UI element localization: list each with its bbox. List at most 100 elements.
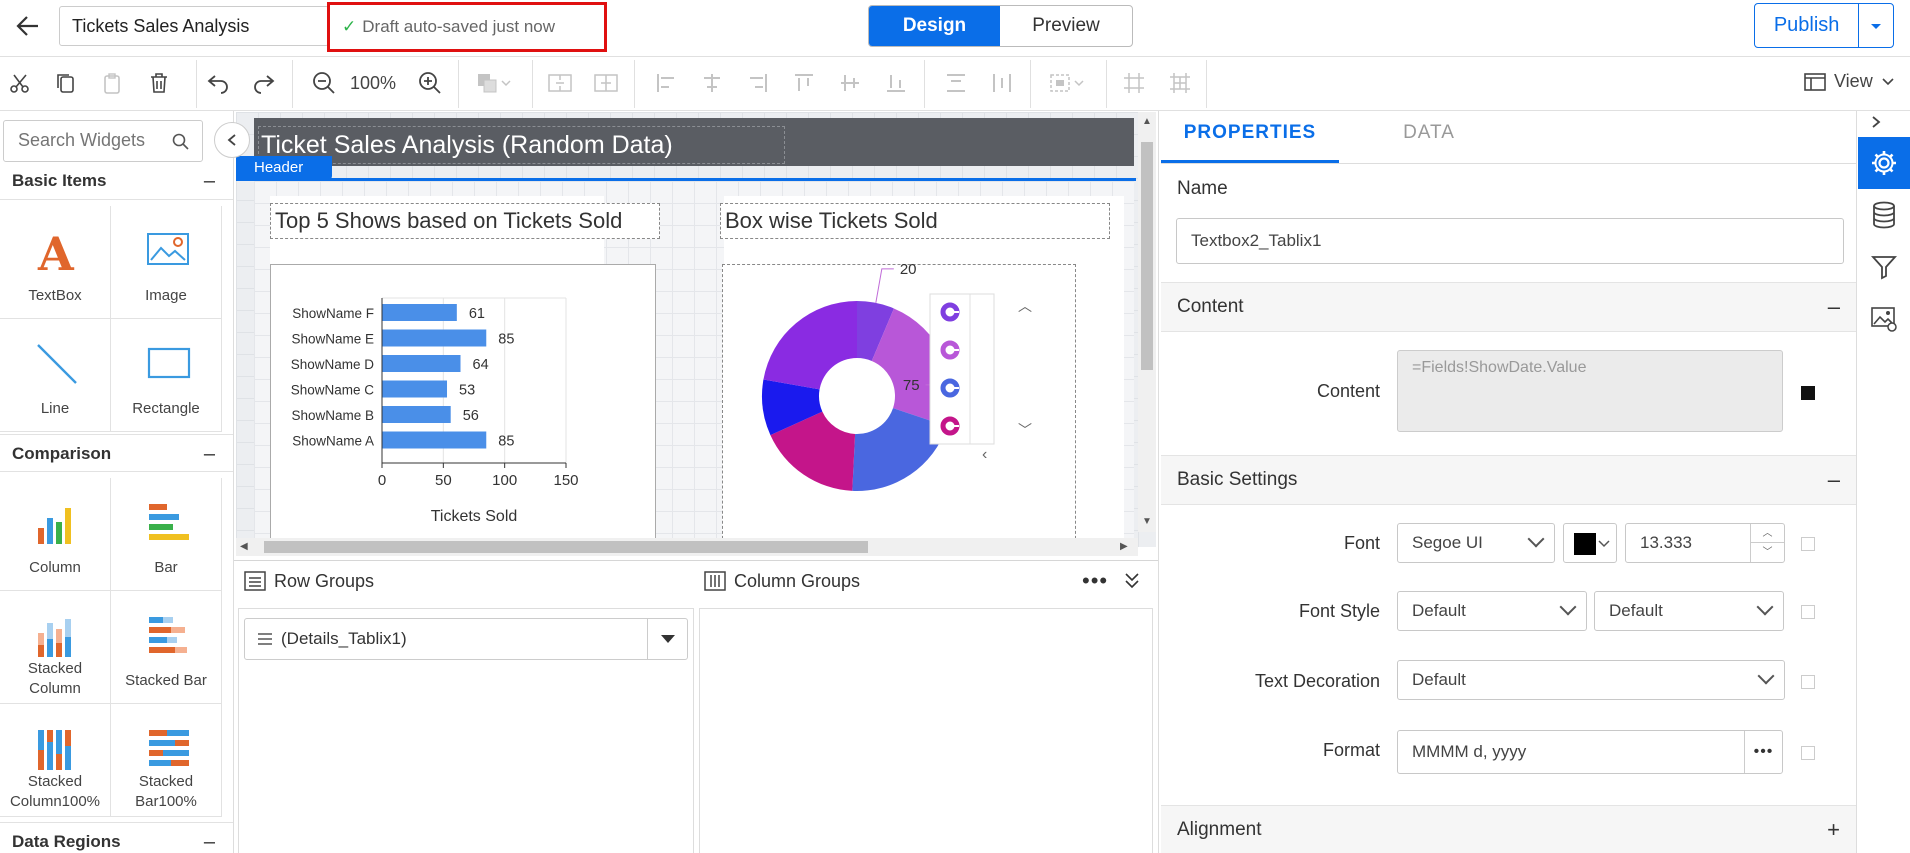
collapse-icon[interactable]: – xyxy=(204,435,215,473)
filter-icon[interactable] xyxy=(1858,241,1910,293)
name-field[interactable]: Textbox2_Tablix1 xyxy=(1176,218,1844,264)
arrange-icon[interactable] xyxy=(472,68,518,98)
design-tab[interactable]: Design xyxy=(869,6,1000,46)
widget-line[interactable]: Line xyxy=(0,319,111,432)
distribute-vertical-icon[interactable] xyxy=(942,68,970,98)
image-settings-icon[interactable] xyxy=(1858,293,1910,345)
content-expression-field[interactable]: =Fields!ShowDate.Value xyxy=(1397,350,1783,432)
report-name-input[interactable]: Tickets Sales Analysis xyxy=(59,6,329,46)
collapse-icon[interactable]: – xyxy=(1828,456,1840,504)
copy-icon[interactable] xyxy=(52,68,80,98)
data-regions-header[interactable]: Data Regions – xyxy=(0,822,233,853)
comparison-header[interactable]: Comparison – xyxy=(0,434,233,472)
align-top-icon[interactable] xyxy=(790,68,818,98)
section-title: Content xyxy=(1177,296,1244,317)
undo-icon[interactable] xyxy=(204,68,232,98)
basic-items-header[interactable]: Basic Items – xyxy=(0,162,233,200)
legend-scroll-up-icon[interactable]: ︿ xyxy=(1018,296,1032,316)
align-left-icon[interactable] xyxy=(652,68,680,98)
widget-bar[interactable]: Bar xyxy=(111,478,222,591)
align-right-icon[interactable] xyxy=(744,68,772,98)
widget-image[interactable]: Image xyxy=(111,206,222,319)
merge-cells-icon[interactable] xyxy=(546,68,574,98)
collapse-panel-button[interactable] xyxy=(214,122,250,158)
fit-icon[interactable] xyxy=(1120,68,1148,98)
publish-button[interactable]: Publish xyxy=(1754,3,1894,48)
font-style-select[interactable]: Default xyxy=(1397,591,1587,631)
font-weight-select[interactable]: Default xyxy=(1594,591,1784,631)
zoom-level[interactable]: 100% xyxy=(350,73,396,94)
bar-chart-title[interactable]: Top 5 Shows based on Tickets Sold xyxy=(270,203,660,239)
preview-tab[interactable]: Preview xyxy=(1000,6,1132,46)
report-title-textbox[interactable]: Ticket Sales Analysis (Random Data) xyxy=(258,126,785,164)
font-size-stepper[interactable]: 13.333 ︿ ﹀ xyxy=(1625,523,1785,563)
data-label: 20 xyxy=(900,264,917,278)
publish-dropdown-icon[interactable] xyxy=(1858,4,1893,47)
collapse-pane-icon[interactable] xyxy=(1124,572,1140,595)
widget-stacked-column100[interactable]: Stacked Column100% xyxy=(0,704,111,817)
zoom-out-icon[interactable] xyxy=(310,68,338,98)
zoom-in-icon[interactable] xyxy=(416,68,444,98)
format-override-checkbox[interactable] xyxy=(1801,746,1815,760)
content-section-header[interactable]: Content – xyxy=(1161,282,1856,332)
snap-grid-icon[interactable] xyxy=(1166,68,1194,98)
align-bottom-icon[interactable] xyxy=(882,68,910,98)
design-canvas[interactable]: Ticket Sales Analysis (Random Data) Head… xyxy=(236,112,1156,547)
widget-stacked-column[interactable]: Stacked Column xyxy=(0,591,111,704)
expand-panel-icon[interactable] xyxy=(1870,115,1882,134)
basic-settings-section-header[interactable]: Basic Settings – xyxy=(1161,455,1856,505)
row-group-item[interactable]: (Details_Tablix1) xyxy=(244,618,688,660)
font-color-picker[interactable] xyxy=(1563,523,1617,563)
format-more-button[interactable]: ••• xyxy=(1744,731,1782,773)
canvas-vertical-scrollbar[interactable]: ▲ ▼ xyxy=(1138,112,1156,532)
more-options-icon[interactable]: ••• xyxy=(1082,568,1108,594)
increment-button[interactable]: ︿ xyxy=(1750,524,1784,543)
database-icon[interactable] xyxy=(1858,189,1910,241)
content-value: =Fields!ShowDate.Value xyxy=(1412,359,1587,376)
distribute-horizontal-icon[interactable] xyxy=(988,68,1016,98)
paste-icon[interactable] xyxy=(98,68,126,98)
collapse-icon[interactable]: – xyxy=(204,162,215,200)
tab-properties[interactable]: PROPERTIES xyxy=(1161,118,1339,164)
split-cells-icon[interactable] xyxy=(592,68,620,98)
align-middle-icon[interactable] xyxy=(836,68,864,98)
widget-stacked-bar[interactable]: Stacked Bar xyxy=(111,591,222,704)
text-decoration-override-checkbox[interactable] xyxy=(1801,675,1815,689)
alignment-section-header[interactable]: Alignment + xyxy=(1161,805,1856,853)
publish-label[interactable]: Publish xyxy=(1755,4,1858,47)
tab-data[interactable]: DATA xyxy=(1340,118,1518,164)
widget-textbox[interactable]: A TextBox xyxy=(0,206,111,319)
expand-icon[interactable]: + xyxy=(1827,806,1840,853)
legend-page-left-icon[interactable]: ‹ xyxy=(982,446,987,464)
text-decoration-select[interactable]: Default xyxy=(1397,660,1785,700)
align-center-icon[interactable] xyxy=(698,68,726,98)
group-select-icon[interactable] xyxy=(1046,68,1092,98)
widget-search-input[interactable] xyxy=(4,121,164,159)
cut-icon[interactable] xyxy=(6,68,34,98)
decrement-button[interactable]: ﹀ xyxy=(1750,543,1784,562)
format-field[interactable]: MMMM d, yyyy ••• xyxy=(1397,730,1783,774)
canvas-horizontal-scrollbar[interactable]: ◀ ▶ xyxy=(236,538,1138,556)
back-arrow-icon[interactable] xyxy=(12,10,44,42)
report-header-band[interactable]: Ticket Sales Analysis (Random Data) xyxy=(254,118,1134,166)
view-menu[interactable]: View xyxy=(1804,71,1895,92)
row-group-dropdown[interactable] xyxy=(647,619,687,659)
widget-search-box[interactable] xyxy=(3,120,203,162)
font-override-checkbox[interactable] xyxy=(1801,537,1815,551)
widget-column[interactable]: Column xyxy=(0,478,111,591)
expression-indicator-icon[interactable] xyxy=(1801,386,1815,400)
bar xyxy=(382,304,457,321)
redo-icon[interactable] xyxy=(250,68,278,98)
chevron-left-icon xyxy=(227,134,236,146)
widget-rectangle[interactable]: Rectangle xyxy=(111,319,222,432)
legend-scroll-down-icon[interactable]: ﹀ xyxy=(1018,420,1032,440)
delete-icon[interactable] xyxy=(145,68,173,98)
settings-gear-icon[interactable] xyxy=(1858,137,1910,189)
collapse-icon[interactable]: – xyxy=(1828,283,1840,331)
widget-stacked-bar100[interactable]: Stacked Bar100% xyxy=(111,704,222,817)
drag-handle-icon[interactable] xyxy=(257,632,273,646)
collapse-icon[interactable]: – xyxy=(204,823,215,853)
font-select[interactable]: Segoe UI xyxy=(1397,523,1555,563)
font-style-override-checkbox[interactable] xyxy=(1801,605,1815,619)
donut-chart-title[interactable]: Box wise Tickets Sold xyxy=(720,203,1110,239)
